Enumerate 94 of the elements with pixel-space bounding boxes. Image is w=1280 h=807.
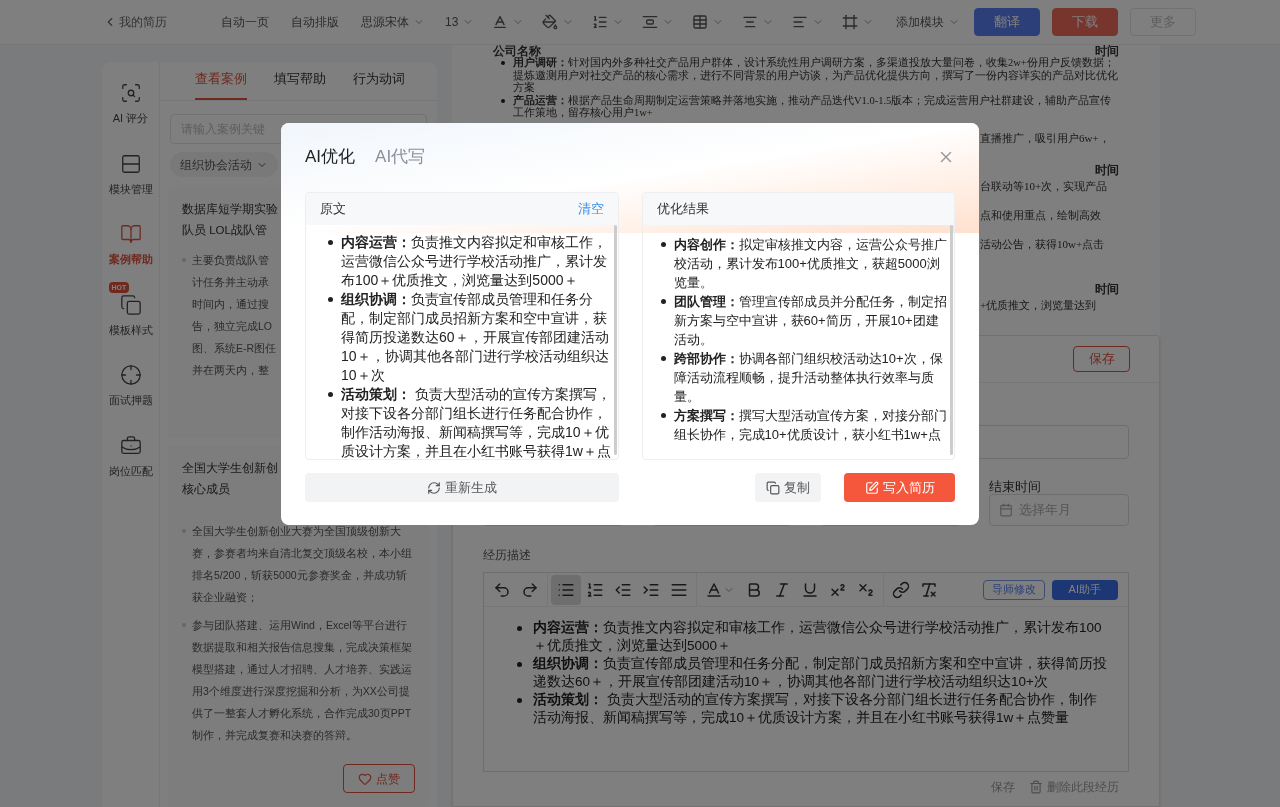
clear-format-icon[interactable]	[920, 580, 938, 599]
toolbar-button[interactable]: 下载	[1052, 8, 1119, 36]
undo-icon[interactable]	[493, 580, 511, 599]
font-color-icon[interactable]	[492, 14, 509, 30]
rail-icon	[119, 152, 142, 175]
rail-item[interactable]: 面试押题	[102, 352, 159, 409]
case-title: 核心成员	[182, 482, 230, 497]
add-module-dropdown[interactable]: 添加模块	[896, 13, 961, 31]
numbered-list-icon[interactable]	[586, 580, 604, 599]
time-label: 时间	[1095, 163, 1119, 177]
case-tab[interactable]: 查看案例	[195, 68, 247, 101]
case-title: 数据库短学期实验	[182, 202, 278, 218]
rail-icon	[119, 223, 142, 245]
case-title: 队员 LOL战队管	[182, 223, 267, 239]
editor-bullet: 内容运营：负责推文内容拟定和审核工作，运营微信公众号进行学校活动推广，累计发布100 ＋优质推文，浏览量达到5000＋	[533, 619, 1103, 655]
scrollbar[interactable]	[613, 225, 617, 455]
rail-item[interactable]: 模块管理	[102, 140, 159, 197]
time-label: 时间	[1095, 282, 1119, 296]
underline-icon[interactable]	[801, 580, 819, 599]
toolbar-button[interactable]: 翻译	[974, 8, 1041, 36]
refresh-icon	[426, 480, 441, 495]
dialog-tab[interactable]: AI代写	[375, 144, 426, 170]
ai-assistant-button[interactable]: AI助手	[1051, 579, 1118, 600]
company-heading: 公司名称	[493, 45, 541, 57]
copy-icon	[766, 480, 780, 495]
copy-button[interactable]: 复制	[755, 473, 821, 502]
font-dropdown[interactable]: 思源宋体	[361, 13, 425, 31]
rail-icon	[119, 82, 142, 104]
category-dropdown[interactable]: 组织协会活动	[170, 151, 278, 178]
case-text: 时间内，通过搜	[192, 297, 269, 313]
rich-text-editor[interactable]	[483, 572, 1129, 772]
save-button[interactable]: 保存	[1073, 346, 1130, 372]
resume-bullet: 产品运营：根据产品生命周期制定运营策略并落地实施，推动产品迭代V1.0-1.5版本；完成运营用户社群建设，辅助产品宣传工作策地，留存核心用户1w+	[513, 94, 1113, 120]
clear-link[interactable]: 清空	[577, 199, 604, 219]
rail-icon	[119, 293, 142, 316]
panel-bullet: 团队管理：管理宣传部成员并分配任务，制定招新方案与空中宣讲，获60+简历，开展10+团建活动。	[673, 293, 948, 349]
paragraph-icon[interactable]	[792, 14, 809, 30]
case-text: 主要负责战队管	[192, 253, 269, 269]
link-icon[interactable]	[892, 580, 910, 599]
case-title: 全国大学生创新创	[182, 461, 278, 476]
rail-icon	[119, 364, 142, 386]
regenerate-button[interactable]: 重新生成	[305, 473, 619, 502]
case-text: 并在两天内，整	[192, 363, 269, 379]
panel-bullet: 方案撰写：撰写大型活动宣传方案，对接分部门组长协作，完成10+优质设计，获小红书1w+点	[673, 407, 948, 444]
align-icon[interactable]	[742, 14, 759, 30]
field-label: 结束时间	[988, 478, 1042, 494]
case-text: 全国大学生创新创业大赛为全国顶级创新大赛，参赛者均来自清北复交顶级名校，本小组排名5/200，斩获5000元参赛奖金，并成功斩获企业融资；	[192, 524, 413, 605]
list-icon[interactable]	[592, 14, 609, 30]
heart-icon	[358, 771, 372, 786]
panel-bullet: 跨部协作：协调各部门组织校活动达10+次，保障活动流程顺畅，提升活动整体执行效率与质量。	[673, 350, 944, 406]
resume-text: 点和使用重点，绘制高效	[980, 208, 1102, 222]
field-label: 经历描述	[483, 547, 532, 564]
editor-bullet: 活动策划： 负责大型活动的宣传方案撰写，对接下设各分部门组长进行任务配合协作，制作活动海报、新闻稿撰写等，完成10＋优质设计方案，并且在小红书账号获得1w＋点赞量	[533, 691, 1098, 727]
panel-bullet: 组织协调：负责宣传部成员管理和任务分配，制定部门成员招新方案和空中宣讲，获得简历投递数达60＋，开展宣传部团建活动10＋，协调其他各部门进行学校活动组织达10＋次	[341, 290, 610, 385]
resume-text: 直播推广，吸引用户6w+，	[980, 131, 1111, 145]
editor-bullet: 组织协调：负责宣传部成员管理和任务分配，制定部门成员招新方案和空中宣讲，获得简历投递数达60＋，开展宣传部团建活动10＋，协调其他各部门进行学校活动组织达10+次	[533, 655, 1108, 691]
toolbar-action[interactable]: 自动排版	[291, 13, 339, 31]
table-icon[interactable]	[692, 14, 709, 30]
resume-bullet: 用户调研：针对国内外多种社交产品用户群体，设计系统性用户调研方案，多渠道投放大量问卷，收集2w+份用户反馈数据；提炼邀测用户对社交产品的核心需求，进行不同背景的用户访谈，为产品优化提供方向，撰写了一份内容详实的产品对比优化方案	[513, 57, 1119, 94]
mentor-button[interactable]: 导师修改	[982, 579, 1045, 600]
back-button[interactable]: 我的简历	[103, 13, 167, 31]
edit-icon	[864, 480, 879, 495]
toolbar-action[interactable]: 自动一页	[221, 13, 269, 31]
case-tab[interactable]: 行为动词	[353, 68, 405, 101]
resume-text: 台联动等10+次，实现产品	[980, 179, 1109, 193]
font-size-dropdown[interactable]: 13	[445, 13, 475, 31]
resume-text: 活动公告，获得10w+点击	[980, 237, 1106, 251]
case-text: 图、系统E-R图任	[192, 341, 277, 357]
like-button[interactable]: 点赞	[343, 764, 415, 793]
panel-title: 优化结果	[656, 200, 709, 219]
italic-icon[interactable]	[773, 580, 791, 599]
rail-item[interactable]: 岗位匹配	[102, 422, 159, 479]
trash-icon	[1029, 780, 1043, 794]
panel-title: 原文	[320, 200, 346, 219]
panel-bullet: 内容运营：负责推文内容拟定和审核工作，运营微信公众号进行学校活动推广，累计发布100＋优质推文，浏览量达到5000＋	[341, 233, 608, 290]
case-text: 告，独立完成LO	[192, 319, 272, 335]
fill-color-icon[interactable]	[542, 14, 559, 30]
time-label: 时间	[1095, 45, 1119, 57]
redo-icon[interactable]	[521, 580, 539, 599]
panel-bullet: 活动策划： 负责大型活动的宣传方案撰写，对接下设各分部门组长进行任务配合协作，制作活动海报、新闻稿撰写等，完成10＋优质设计方案，并且在小红书账号获得1w＋点	[341, 385, 612, 459]
case-tab[interactable]: 填写帮助	[274, 68, 326, 101]
rail-item[interactable]: 案例帮助	[102, 211, 159, 268]
case-text: 计任务并主动承	[192, 275, 269, 291]
dialog-tab[interactable]: AI优化	[305, 144, 356, 170]
rail-item[interactable]: AI 评分	[102, 70, 159, 127]
calendar-icon	[998, 503, 1013, 517]
scrollbar[interactable]	[950, 225, 953, 455]
rail-icon	[119, 434, 142, 457]
bullet-list-button[interactable]	[551, 574, 581, 605]
font-color-icon[interactable]	[705, 580, 723, 599]
resume-text: +优质推文，浏览量达到	[980, 298, 1098, 312]
panel-bullet: 内容创作：拟定审核推文内容，运营公众号推广校活动，累计发布100+优质推文，获超5000浏览量。	[673, 236, 948, 292]
spacing-icon[interactable]	[642, 14, 659, 30]
write-resume-button[interactable]: 写入简历	[844, 473, 955, 502]
